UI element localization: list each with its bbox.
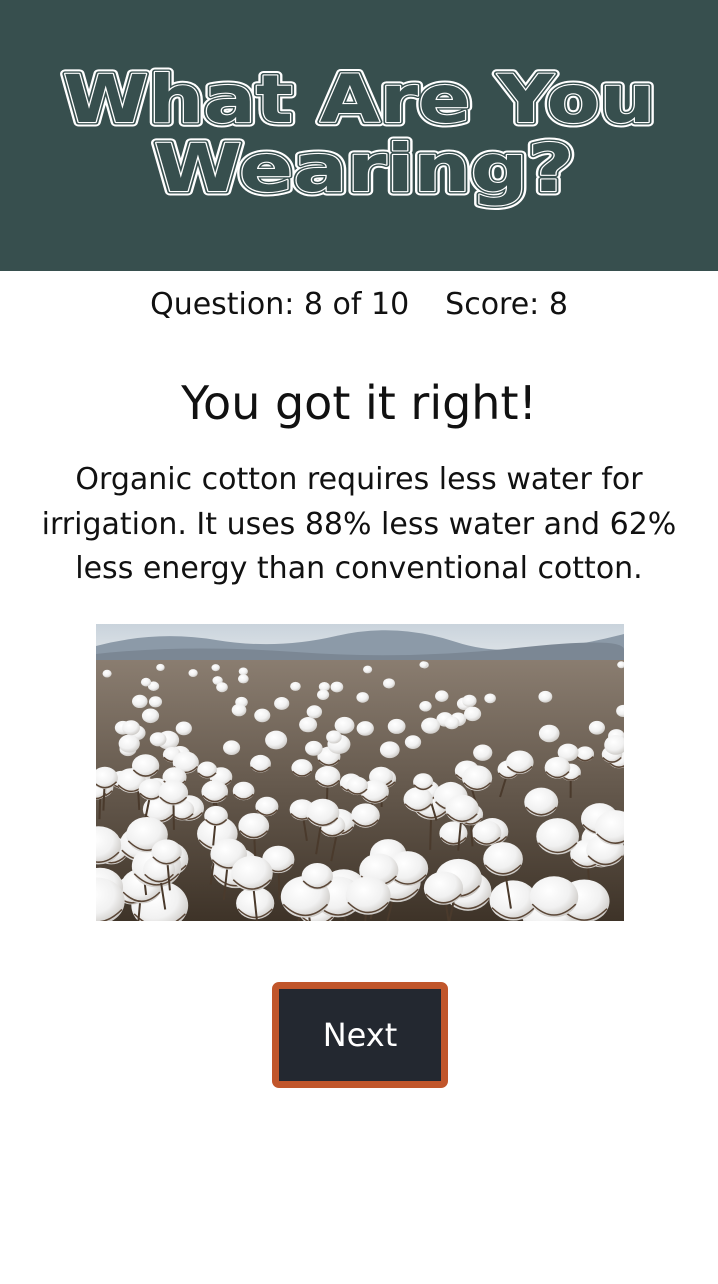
next-button[interactable]: Next [272,982,448,1088]
quiz-status: Question: 8 of 10 Score: 8 [0,283,718,327]
cotton-field-photo [96,624,624,921]
question-counter: Question: 8 of 10 [150,287,410,322]
title-line-1: What Are You [63,61,655,138]
score-counter: Score: 8 [445,287,568,322]
title-logo: What Are You What Are You What Are You W… [59,57,660,212]
result-heading: You got it right! [181,376,537,430]
header: What Are You What Are You What Are You W… [0,0,718,271]
answer-explanation: Organic cotton requires less water for i… [41,462,677,586]
title-line-2: Wearing? [154,130,574,207]
